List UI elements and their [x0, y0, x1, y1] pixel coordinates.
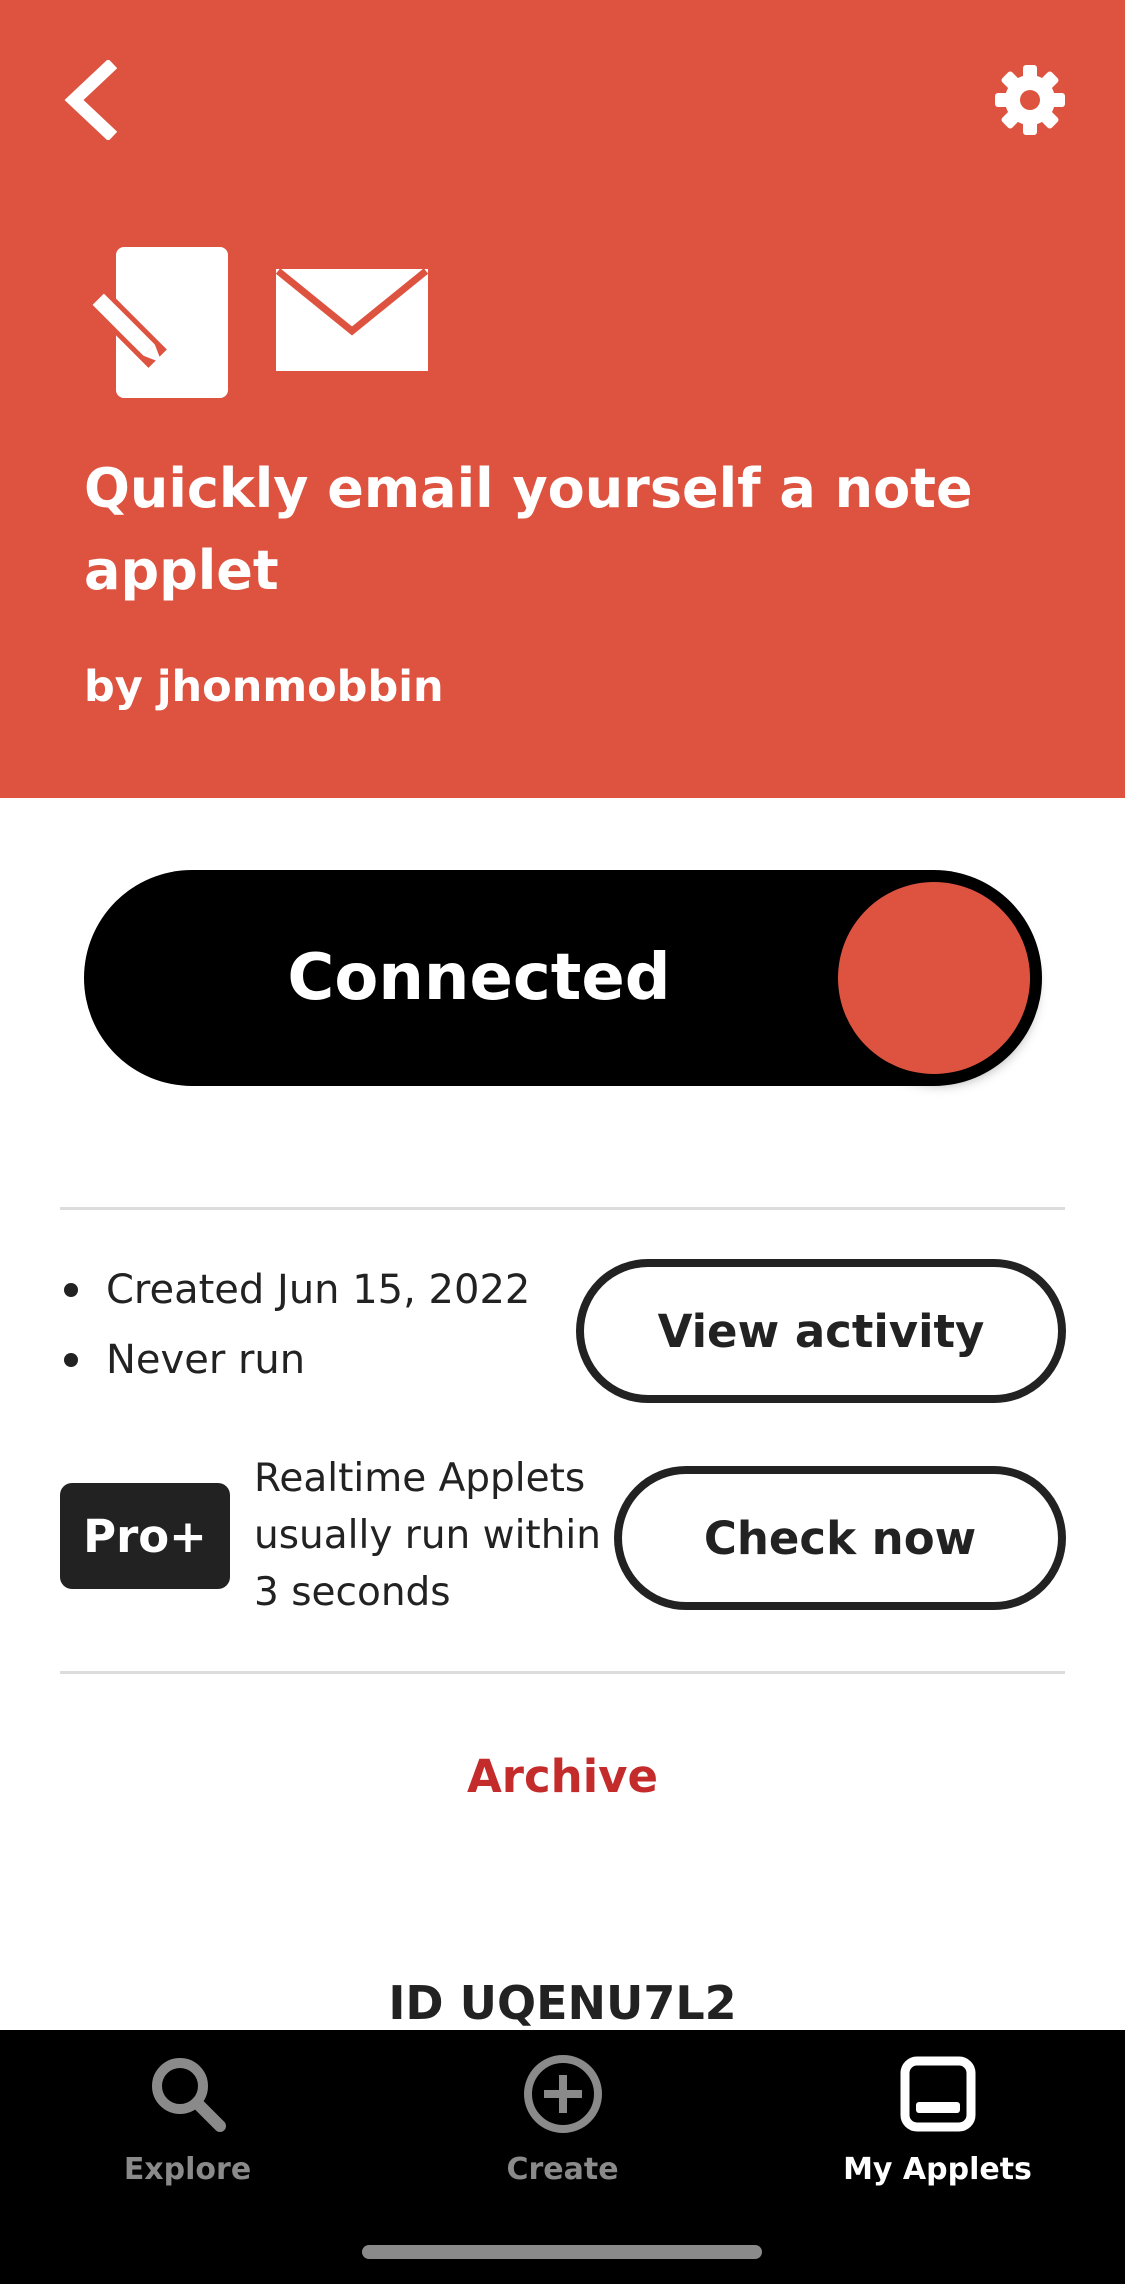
applet-id: ID UQENU7L2: [388, 1976, 737, 2030]
check-now-button[interactable]: Check now: [614, 1466, 1066, 1610]
pro-plus-badge: Pro+: [60, 1483, 230, 1589]
connection-toggle[interactable]: Connected: [84, 870, 1042, 1086]
view-activity-button[interactable]: View activity: [576, 1259, 1066, 1403]
email-icon: [276, 269, 428, 371]
gear-icon: [995, 65, 1065, 135]
tab-label: Create: [506, 2152, 619, 2187]
divider-bottom: [60, 1671, 1065, 1674]
realtime-description: Realtime Applets usually run within 3 se…: [254, 1456, 601, 1615]
applets-icon: [900, 2056, 975, 2132]
applet-title: Quickly email yourself a note applet: [84, 457, 973, 602]
applet-author[interactable]: by jhonmobbin: [84, 662, 444, 712]
tab-my-applets[interactable]: My Applets: [750, 2030, 1125, 2210]
bullet: [64, 1283, 78, 1297]
back-button[interactable]: [50, 55, 130, 145]
applet-meta: Created Jun 15, 2022 Never run: [60, 1255, 530, 1395]
created-text: Created Jun 15, 2022: [106, 1267, 531, 1313]
tab-label: Explore: [123, 2152, 252, 2187]
toggle-knob[interactable]: [838, 882, 1030, 1074]
search-icon: [151, 2058, 226, 2132]
chevron-left-icon: [64, 60, 118, 140]
note-widget-icon: [88, 246, 228, 398]
tab-label: My Applets: [843, 2152, 1032, 2187]
archive-button[interactable]: Archive: [0, 1750, 1125, 1803]
meta-run-status: Never run: [60, 1325, 530, 1395]
meta-created: Created Jun 15, 2022: [60, 1255, 530, 1325]
applet-header: Quickly email yourself a note applet by …: [0, 0, 1125, 798]
author-prefix: by: [84, 662, 143, 712]
plus-circle-icon: [523, 2055, 602, 2133]
author-name: jhonmobbin: [156, 662, 444, 712]
settings-button[interactable]: [985, 55, 1075, 145]
home-indicator: [362, 2245, 762, 2259]
toggle-label: Connected: [287, 941, 671, 1015]
divider-top: [60, 1207, 1065, 1210]
bullet: [64, 1353, 78, 1367]
service-icons: [88, 240, 428, 400]
tab-explore[interactable]: Explore: [0, 2030, 375, 2210]
tab-create[interactable]: Create: [375, 2030, 750, 2210]
run-status-text: Never run: [106, 1337, 306, 1383]
